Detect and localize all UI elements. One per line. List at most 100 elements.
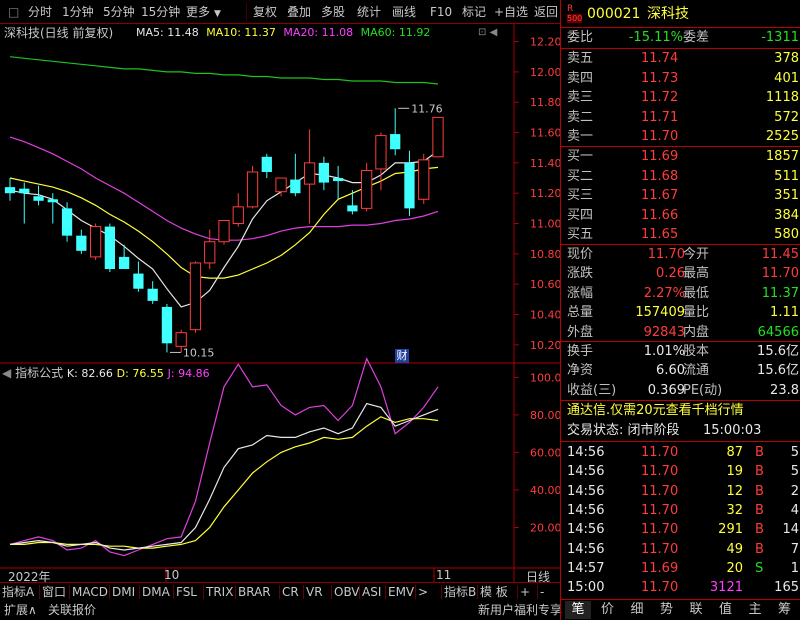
trade-row: 15:00 11.70 3121 165 (561, 578, 800, 598)
trade-row: 14:56 11.70 49 B 7 (561, 540, 800, 560)
indicator-tab[interactable]: > (418, 584, 428, 600)
indicator-tab[interactable]: TRIX (206, 584, 233, 600)
indicator-tab[interactable]: 指标A (2, 584, 34, 600)
checkbox-icon[interactable]: □ (8, 4, 19, 20)
stat-label: 流通 (683, 363, 710, 379)
book-price: 11.69 (641, 149, 679, 164)
finance-badge[interactable]: 财 (395, 349, 409, 363)
quote-tab[interactable]: 筹 (772, 601, 798, 619)
indicator-tab[interactable]: 窗口 (42, 584, 66, 600)
bid-row[interactable]: 买四 11.66 384 (561, 206, 800, 226)
candle-body-down (104, 226, 116, 270)
indicator-tab[interactable]: ASI (362, 584, 381, 600)
indicator-title[interactable]: 指标公式 (15, 366, 63, 380)
toolbar-item-duogu[interactable]: 多股 (321, 4, 345, 20)
toolbar-item-tongji[interactable]: 统计 (357, 4, 381, 20)
bid-row[interactable]: 买二 11.68 511 (561, 167, 800, 187)
quote-tab[interactable]: 主 (742, 601, 768, 619)
toolbar-item-more[interactable]: 更多 (186, 4, 210, 20)
window-controls[interactable]: ⊡ ◀ (478, 27, 506, 39)
candle-body-up (246, 171, 259, 208)
quote-tab[interactable]: 笔 (565, 601, 591, 619)
indicator-tab[interactable]: FSL (176, 584, 197, 600)
book-volume: 1118 (765, 90, 799, 106)
candle-body-down (347, 205, 358, 212)
indicator-tab[interactable]: + (520, 584, 530, 600)
ask-row[interactable]: 卖四 11.73 401 (561, 69, 800, 89)
book-price: 11.67 (641, 188, 679, 204)
toolbar-item-biaoji[interactable]: 标记 (462, 4, 486, 20)
indicator-tab[interactable]: CR (282, 584, 299, 600)
book-price: 11.71 (641, 109, 679, 125)
price-tick-label: 11.00 (530, 218, 560, 231)
stat-label: 最低 (683, 285, 710, 301)
book-price: 11.70 (641, 129, 679, 145)
candle-body-down (118, 256, 130, 270)
ask-row[interactable]: 卖五 11.74 378 (561, 49, 800, 69)
quote-stat-row: 涨幅 2.27% 最低 11.37 (561, 284, 800, 304)
trade-price: 11.70 (641, 464, 679, 480)
toolbar-item-back[interactable]: 返回 (534, 4, 558, 20)
book-level-label: 买二 (567, 168, 594, 184)
trade-time: 14:56 (567, 483, 605, 499)
candle-body-up (175, 332, 187, 347)
trade-time: 15:00 (567, 580, 605, 596)
indicator-tab[interactable]: 指标B (444, 584, 476, 600)
arrow-icon[interactable]: ◀ (490, 27, 498, 38)
expand-button[interactable]: 扩展∧ (4, 602, 37, 618)
bid-row[interactable]: 买三 11.67 351 (561, 186, 800, 206)
indicator-tab[interactable]: MACD (72, 584, 108, 600)
quote-tab[interactable]: 细 (624, 601, 650, 619)
bid-row[interactable]: 买一 11.69 1857 (561, 147, 800, 167)
indicator-tab[interactable]: BRAR (238, 584, 271, 600)
promo-banner[interactable]: 通达信.仅需20元查看千档行情 (567, 401, 800, 421)
quote-tab[interactable]: 值 (713, 601, 739, 619)
toolbar-item-1min[interactable]: 1分钟 (62, 4, 94, 20)
trade-row: 14:56 11.70 19 B 5 (561, 462, 800, 482)
dropdown-arrow-icon[interactable]: ▼ (214, 6, 221, 22)
quote-tab[interactable]: 价 (595, 601, 621, 619)
book-level-label: 买一 (567, 149, 594, 164)
book-price: 11.74 (641, 51, 679, 66)
indicator-tab[interactable]: 模 板 (480, 584, 508, 600)
new-user-promo[interactable]: 新用户福利专享 (478, 602, 562, 618)
toolbar-item-5min[interactable]: 5分钟 (103, 4, 135, 20)
weicha-value: -1311 (761, 30, 799, 45)
toolbar-item-fenshi[interactable]: 分时 (28, 4, 52, 20)
kline-chart[interactable]: 12.20 12.00 11.80 11.60 11.40 11.20 11.00 10.80… (0, 24, 560, 620)
bid-row[interactable]: 买五 11.65 580 (561, 225, 800, 245)
ma-legend-item: MA60: 11.92 (360, 26, 431, 39)
indicator-tab[interactable]: - (540, 584, 544, 600)
ask-row[interactable]: 卖一 11.70 2525 (561, 127, 800, 147)
quote-stat-row: 净资 6.60 流通 15.6亿 (561, 361, 800, 381)
indicator-tab[interactable]: DMA (142, 584, 170, 600)
toolbar-item-fuquan[interactable]: 复权 (253, 4, 277, 20)
indicator-caret-icon[interactable]: ◀ (2, 366, 11, 380)
stat-value: 23.8 (770, 382, 799, 398)
toolbar-item-add-watchlist[interactable]: +自选 (494, 4, 528, 20)
indicator-tab[interactable]: OBV (334, 584, 360, 600)
indicator-tab[interactable]: EMV (388, 584, 414, 600)
stat-value: 64566 (757, 324, 799, 340)
related-quote-button[interactable]: 关联报价 (48, 602, 96, 618)
trade-volume: 20 (726, 560, 743, 576)
indicator-tab[interactable]: VR (306, 584, 323, 600)
book-price: 11.68 (641, 168, 679, 184)
toolbar-item-f10[interactable]: F10 (430, 4, 452, 20)
toolbar-item-diejia[interactable]: 叠加 (287, 4, 311, 20)
quote-tab[interactable]: 势 (654, 601, 680, 619)
ask-row[interactable]: 卖三 11.72 1118 (561, 88, 800, 108)
ask-row[interactable]: 卖二 11.71 572 (561, 108, 800, 128)
trade-row: 14:56 11.70 32 B 4 (561, 501, 800, 521)
restore-icon[interactable]: ⊡ (478, 27, 486, 38)
toolbar-item-15min[interactable]: 15分钟 (141, 4, 180, 20)
stock-name: 深科技 (647, 6, 689, 22)
price-tick-label: 12.00 (530, 66, 560, 79)
trade-side: B (755, 464, 764, 480)
quote-tab[interactable]: 联 (683, 601, 709, 619)
candle-body-down (61, 208, 73, 236)
stat-label: 股本 (683, 344, 710, 359)
toolbar-item-huaxian[interactable]: 画线 (392, 4, 416, 20)
chart-title: 深科技(日线 前复权) (4, 26, 114, 40)
indicator-tab[interactable]: DMI (112, 584, 135, 600)
